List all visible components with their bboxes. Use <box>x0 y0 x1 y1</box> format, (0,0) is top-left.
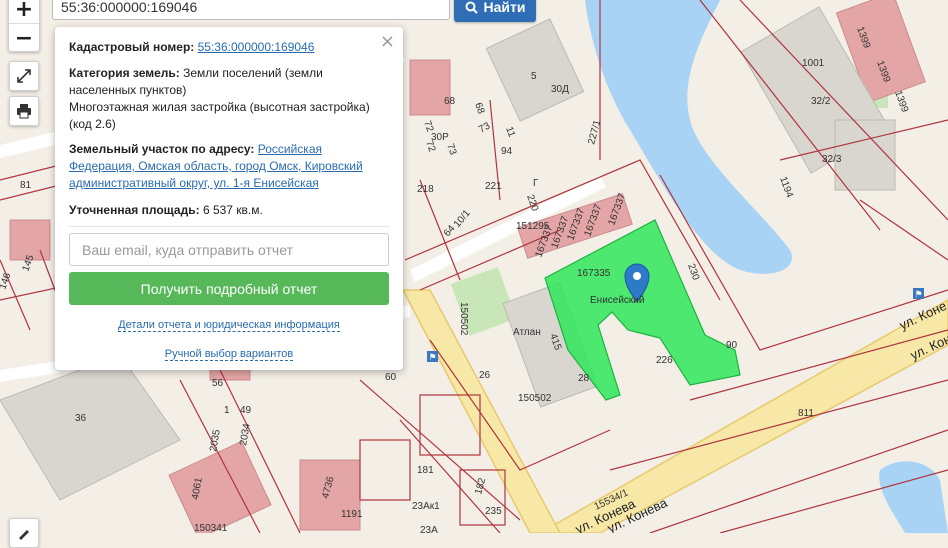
map-label: 150502 <box>518 393 552 404</box>
map-label: 49 <box>240 405 252 416</box>
find-button[interactable]: Найти <box>454 0 536 22</box>
map-label: 28 <box>578 373 590 384</box>
map-label: 68 <box>444 96 456 107</box>
area-label: Уточненная площадь: <box>69 203 200 217</box>
email-placeholder: Ваш email, куда отправить отчет <box>82 241 293 258</box>
search-value: 55:36:000000:169046 <box>61 0 198 15</box>
map-label: 94 <box>501 146 513 157</box>
map-label: 181 <box>417 465 434 476</box>
map-label: 56 <box>212 378 224 389</box>
map-label: 26 <box>479 370 491 381</box>
map-label: 150341 <box>194 523 228 533</box>
map-label: Г <box>533 178 539 189</box>
divider <box>69 226 389 227</box>
map-label: 23Ак1 <box>412 501 440 512</box>
map-label: 32/3 <box>822 154 842 165</box>
map-label: 30Р <box>431 132 449 143</box>
svg-text:⚑: ⚑ <box>914 290 922 300</box>
map-label: 235 <box>485 506 502 517</box>
map-label: 167335 <box>577 268 611 279</box>
map-label: 218 <box>417 184 434 195</box>
cadastral-number-label: Кадастровый номер: <box>69 40 195 54</box>
map-label: 81 <box>20 180 32 191</box>
map-label: 226 <box>656 355 673 366</box>
search-icon <box>465 1 478 14</box>
printer-icon <box>17 104 31 119</box>
map-label: 60 <box>385 372 397 383</box>
area-row: Уточненная площадь: 6 537 кв.м. <box>69 202 384 219</box>
map-label: 30Д <box>551 84 569 95</box>
map-label: 23А <box>420 525 438 533</box>
email-field[interactable]: Ваш email, куда отправить отчет <box>69 233 389 266</box>
map-label: Енисейский <box>590 295 644 306</box>
expand-icon <box>17 69 31 83</box>
map-label: 150502 <box>458 302 469 336</box>
land-category-row: Категория земель: Земли поселений (земли… <box>69 65 384 99</box>
map-label: 221 <box>485 181 502 192</box>
permitted-use-value: Многоэтажная жилая застройка (высотная з… <box>69 100 370 131</box>
zoom-control: + − <box>8 0 40 52</box>
address-row: Земельный участок по адресу: Российская … <box>69 141 384 192</box>
find-button-label: Найти <box>483 0 526 15</box>
map-label: 36 <box>75 413 87 424</box>
cadastral-number-row: Кадастровый номер: 55:36:000000:169046 <box>69 39 384 56</box>
get-report-label: Получить подробный отчет <box>140 280 318 297</box>
land-category-label: Категория земель: <box>69 66 180 80</box>
bus-stop-icon: ⚑ <box>913 288 924 300</box>
fullscreen-button[interactable] <box>9 61 39 91</box>
ruler-button[interactable] <box>9 518 39 548</box>
cadastral-search-input[interactable]: 55:36:000000:169046 <box>52 0 450 20</box>
map-label: 1 <box>224 405 230 416</box>
pencil-icon <box>19 530 29 540</box>
svg-text:⚑: ⚑ <box>428 353 436 363</box>
map-label: 5 <box>531 71 537 82</box>
map-label: 1191 <box>341 509 363 520</box>
parcel-info-popup: × Кадастровый номер: 55:36:000000:169046… <box>55 27 403 370</box>
manual-selection-link[interactable]: Ручной выбор вариантов <box>55 348 403 361</box>
zoom-out-button[interactable]: − <box>9 23 39 52</box>
map-label: Атлан <box>513 327 541 338</box>
zoom-in-button[interactable]: + <box>9 0 39 23</box>
address-label: Земельный участок по адресу: <box>69 142 255 156</box>
get-report-button[interactable]: Получить подробный отчет <box>69 272 389 305</box>
print-button[interactable] <box>9 96 39 126</box>
cadastral-number-link[interactable]: 55:36:000000:169046 <box>198 40 315 54</box>
map-label: 90 <box>726 340 738 351</box>
bus-stop-icon: ⚑ <box>427 351 438 363</box>
area-value: 6 537 кв.м. <box>202 203 263 217</box>
map-label: 32/2 <box>811 96 831 107</box>
map-label: 1001 <box>802 58 825 69</box>
map-label: 811 <box>798 408 814 419</box>
details-link[interactable]: Детали отчета и юридическая информация <box>55 319 403 332</box>
